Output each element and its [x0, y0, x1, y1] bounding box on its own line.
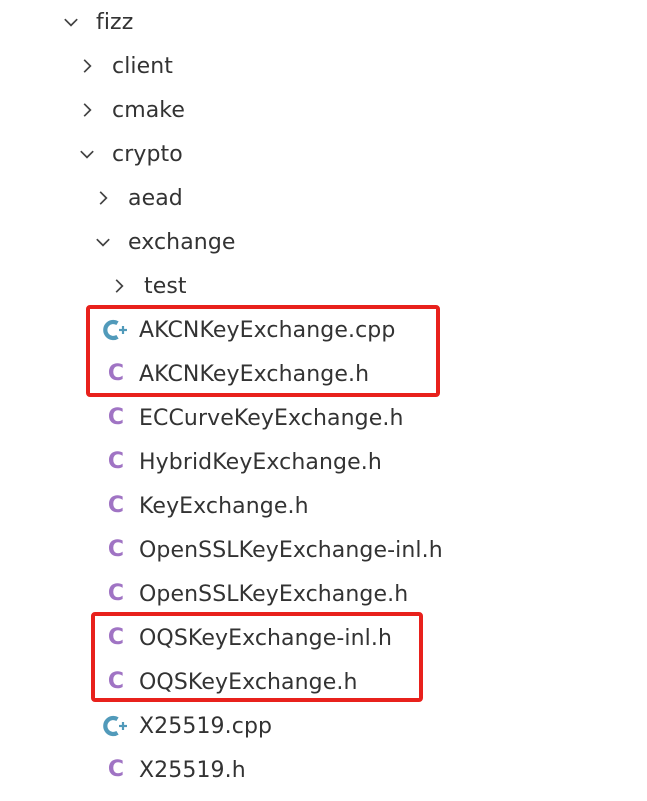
c-header-icon: C: [107, 537, 125, 562]
tree-item-test[interactable]: test: [0, 264, 647, 308]
file-item[interactable]: C ECCurveKeyExchange.h: [0, 396, 647, 440]
file-label: ECCurveKeyExchange.h: [139, 405, 404, 431]
file-label: AKCNKeyExchange.cpp: [139, 317, 396, 343]
tree-item-label: test: [144, 273, 187, 299]
file-item[interactable]: C OpenSSLKeyExchange-inl.h: [0, 528, 647, 572]
chevron-right-icon: [76, 55, 98, 77]
tree-item-label: aead: [128, 185, 183, 211]
c-header-icon: C: [107, 581, 125, 606]
file-item[interactable]: C HybridKeyExchange.h: [0, 440, 647, 484]
chevron-right-icon: [92, 187, 114, 209]
tree-item-client[interactable]: client: [0, 44, 647, 88]
tree-item-label: fizz: [96, 9, 134, 35]
chevron-right-icon: [108, 275, 130, 297]
c-header-icon: C: [107, 449, 125, 474]
chevron-down-icon: [60, 11, 82, 33]
file-item[interactable]: C OpenSSLKeyExchange.h: [0, 572, 647, 616]
chevron-right-icon: [76, 99, 98, 121]
file-label: OQSKeyExchange.h: [139, 669, 358, 695]
c-header-icon: C: [107, 625, 125, 650]
tree-item-label: cmake: [112, 97, 185, 123]
tree-item-label: crypto: [112, 141, 183, 167]
tree-item-aead[interactable]: aead: [0, 176, 647, 220]
tree-item-label: exchange: [128, 229, 236, 255]
file-item[interactable]: C KeyExchange.h: [0, 484, 647, 528]
tree-item-cmake[interactable]: cmake: [0, 88, 647, 132]
file-item[interactable]: C AKCNKeyExchange.h: [0, 352, 647, 396]
file-label: HybridKeyExchange.h: [139, 449, 382, 475]
tree-item-fizz[interactable]: fizz: [0, 0, 647, 44]
file-label: OQSKeyExchange-inl.h: [139, 625, 393, 651]
c-header-icon: C: [107, 405, 125, 430]
chevron-down-icon: [76, 143, 98, 165]
file-item[interactable]: X25519.cpp: [0, 704, 647, 748]
file-label: X25519.h: [139, 757, 246, 783]
tree-item-exchange[interactable]: exchange: [0, 220, 647, 264]
file-label: AKCNKeyExchange.h: [139, 361, 370, 387]
c-header-icon: C: [107, 361, 125, 386]
tree-item-label: client: [112, 53, 174, 79]
file-label: OpenSSLKeyExchange.h: [139, 581, 409, 607]
cpp-icon: [103, 317, 129, 343]
c-header-icon: C: [107, 669, 125, 694]
file-item[interactable]: AKCNKeyExchange.cpp: [0, 308, 647, 352]
tree-item-crypto[interactable]: crypto: [0, 132, 647, 176]
file-item[interactable]: C X25519.h: [0, 748, 647, 792]
c-header-icon: C: [107, 757, 125, 782]
file-item[interactable]: C OQSKeyExchange-inl.h: [0, 616, 647, 660]
file-item[interactable]: C OQSKeyExchange.h: [0, 660, 647, 704]
c-header-icon: C: [107, 493, 125, 518]
file-label: OpenSSLKeyExchange-inl.h: [139, 537, 443, 563]
file-label: X25519.cpp: [139, 713, 273, 739]
chevron-down-icon: [92, 231, 114, 253]
file-label: KeyExchange.h: [139, 493, 309, 519]
cpp-icon: [103, 713, 129, 739]
